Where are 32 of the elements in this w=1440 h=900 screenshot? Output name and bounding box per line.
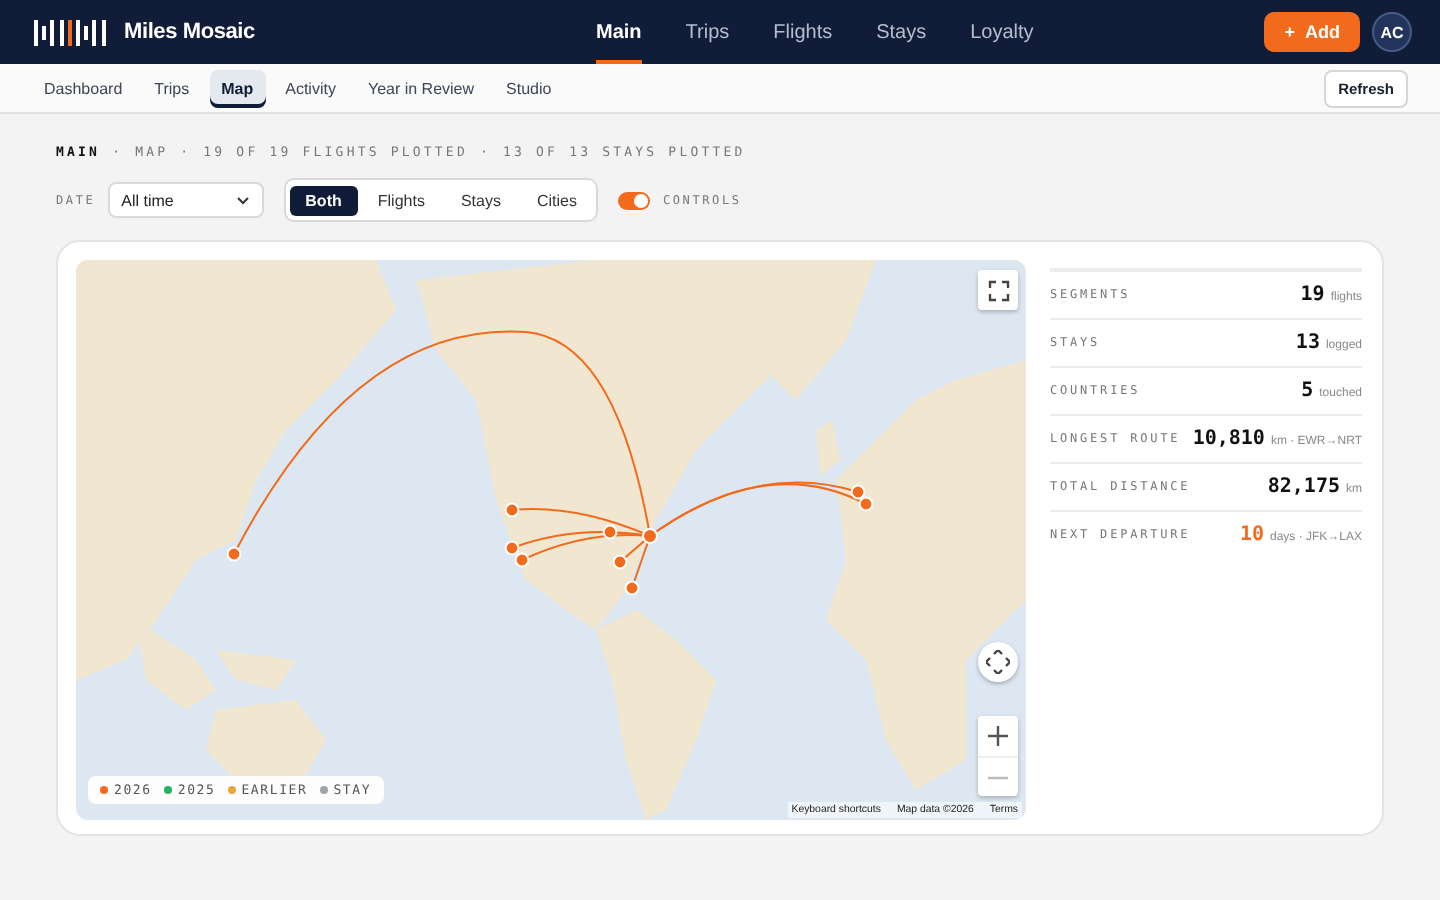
sub-nav-tab[interactable]: Dashboard: [32, 69, 135, 107]
minus-icon: [988, 775, 1008, 779]
segment-option[interactable]: Both: [289, 185, 358, 215]
nav-tab[interactable]: Stays: [876, 0, 927, 64]
stat-value: 82,175: [1267, 476, 1340, 498]
sub-nav-tab[interactable]: Studio: [494, 69, 564, 107]
nav-tab[interactable]: Loyalty: [970, 0, 1034, 64]
segment-option[interactable]: Stays: [444, 185, 517, 215]
nav-tab[interactable]: Trips: [685, 0, 730, 64]
brand-name: Miles Mosaic: [124, 20, 255, 44]
fullscreen-button[interactable]: [978, 270, 1018, 310]
plus-icon: [988, 726, 1008, 746]
controls-toggle[interactable]: [618, 191, 651, 209]
fullscreen-icon: [987, 279, 1009, 301]
segment-option[interactable]: Cities: [520, 185, 593, 215]
sub-nav-tab[interactable]: Trips: [142, 69, 202, 107]
chevron-icon: [235, 195, 250, 205]
segment-option[interactable]: Flights: [361, 185, 441, 215]
recenter-button[interactable]: [978, 642, 1018, 682]
date-dropdown[interactable]: All time: [107, 182, 264, 218]
nav-tab[interactable]: Flights: [773, 0, 833, 64]
logo-icon: [32, 16, 112, 48]
stat-value: 10,810: [1192, 428, 1265, 450]
sub-nav-tab[interactable]: Activity: [273, 69, 348, 107]
sub-nav-tab[interactable]: Year in Review: [355, 69, 487, 107]
stat-value: 19: [1300, 284, 1325, 306]
stat-value: 5: [1301, 380, 1314, 402]
stat-value: 13: [1295, 332, 1320, 354]
stat-value: 10: [1239, 524, 1264, 546]
move-arrows-icon: [986, 650, 1010, 674]
sub-nav-tab[interactable]: Map: [209, 69, 266, 107]
user-avatar[interactable]: AC: [1372, 12, 1412, 52]
